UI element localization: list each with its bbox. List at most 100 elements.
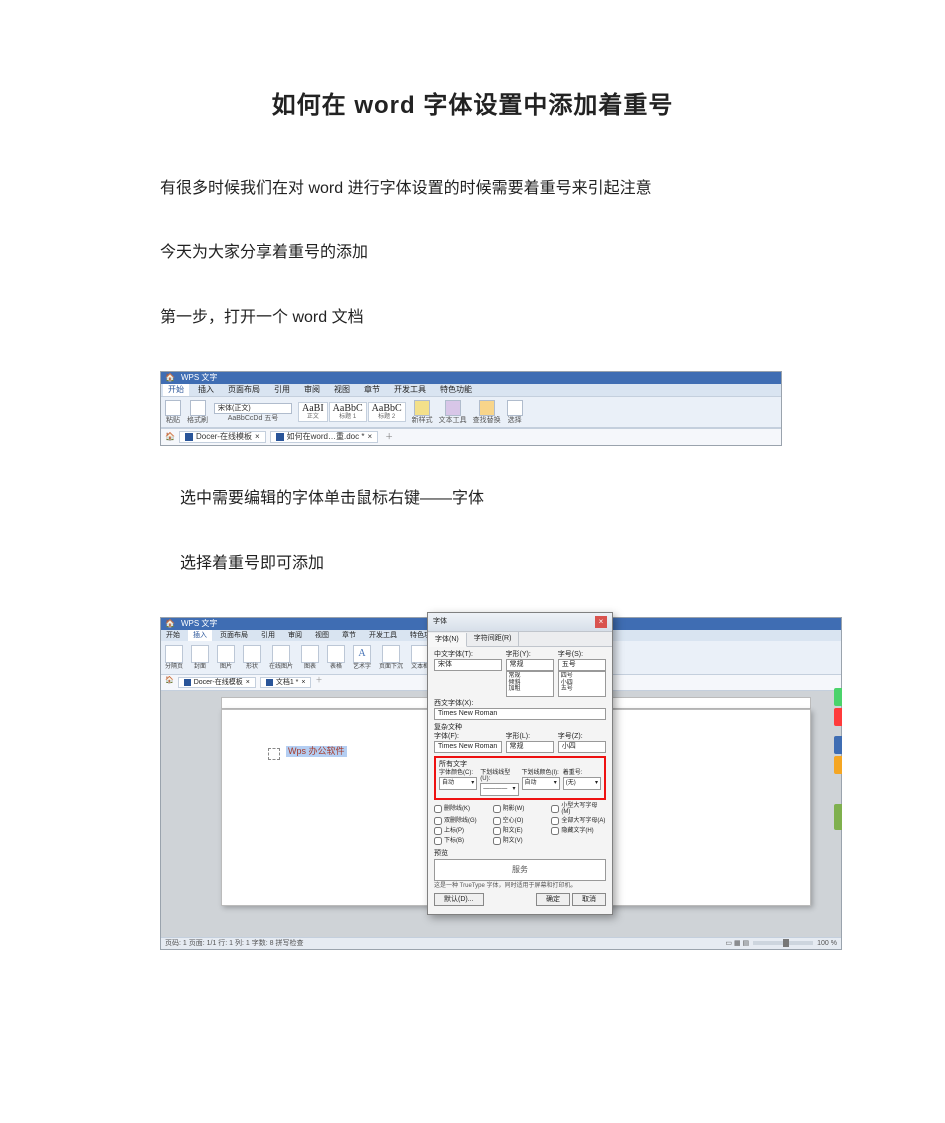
default-button[interactable]: 默认(D)... bbox=[434, 893, 484, 906]
dlg-tab-spacing[interactable]: 字符间距(R) bbox=[467, 632, 520, 646]
ribbon-item[interactable]: 图表 bbox=[301, 645, 319, 670]
style-normal[interactable]: AaBI正文 bbox=[298, 402, 328, 422]
chk-shadow[interactable]: 阴影(W) bbox=[493, 803, 548, 815]
chk-sup[interactable]: 上标(P) bbox=[434, 827, 489, 835]
tab-home[interactable]: 开始 bbox=[161, 630, 185, 641]
new-tab-button[interactable]: ＋ bbox=[315, 677, 322, 688]
tab-insert[interactable]: 插入 bbox=[188, 630, 212, 641]
font-dialog: 字体 × 字体(N) 字符间距(R) 中文字体(T): 宋体 字形(Y): 常规 bbox=[427, 612, 613, 915]
find-replace-button[interactable]: 查找替换 bbox=[473, 400, 501, 424]
font-selector[interactable]: 宋体(正文) AaBbCcDd 五号 bbox=[214, 403, 292, 422]
zoom-controls[interactable]: ▭ ▦ ▤ 100 % bbox=[725, 940, 837, 947]
cx-size-combo[interactable]: 小四 bbox=[558, 741, 606, 753]
ribbon-item[interactable]: 形状 bbox=[243, 645, 261, 670]
ribbon-item[interactable]: 图片 bbox=[217, 645, 235, 670]
shapes-icon bbox=[243, 645, 261, 663]
bookmark-orange[interactable] bbox=[834, 756, 842, 774]
tab-references[interactable]: 引用 bbox=[269, 384, 295, 396]
doc-tab-docer[interactable]: Docer-在线模板× bbox=[178, 677, 256, 688]
ok-button[interactable]: 确定 bbox=[536, 893, 570, 906]
underline-style-dropdown[interactable]: ———— bbox=[480, 783, 518, 796]
shot1-app-name: WPS 文字 bbox=[181, 374, 217, 382]
ribbon-item[interactable]: 页面下沉 bbox=[379, 645, 403, 670]
size-label: 字号(S): bbox=[558, 651, 606, 658]
cn-font-combo[interactable]: 宋体 bbox=[434, 659, 502, 671]
close-icon[interactable]: × bbox=[595, 616, 607, 628]
doc-tab-current[interactable]: 如何在word…重.doc *× bbox=[270, 431, 378, 443]
chk-smallcaps[interactable]: 小型大写字母(M) bbox=[551, 803, 606, 815]
ribbon-item[interactable]: A艺术字 bbox=[353, 645, 371, 670]
latin-font-label: 西文字体(X): bbox=[434, 700, 606, 707]
paste-icon bbox=[165, 400, 181, 416]
close-icon[interactable]: × bbox=[255, 433, 260, 441]
new-style-button[interactable]: 新样式 bbox=[412, 400, 433, 424]
ribbon-item[interactable]: 封面 bbox=[191, 645, 209, 670]
bookmark-olive[interactable] bbox=[834, 804, 842, 830]
chk-allcaps[interactable]: 全部大写字母(A) bbox=[551, 817, 606, 825]
step1-text: 第一步，打开一个 word 文档 bbox=[160, 307, 945, 329]
chk-emboss[interactable]: 阳文(E) bbox=[493, 827, 548, 835]
style-heading1[interactable]: AaBbC标题 1 bbox=[329, 402, 367, 422]
style-combo[interactable]: 常规 bbox=[506, 659, 554, 671]
qat-home[interactable]: 🏠 bbox=[165, 677, 174, 688]
font-color-dropdown[interactable]: 自动 bbox=[439, 777, 477, 790]
bookmark-green[interactable] bbox=[834, 688, 842, 706]
close-icon[interactable]: × bbox=[367, 433, 372, 441]
bookmark-blue[interactable] bbox=[834, 736, 842, 754]
qat-home[interactable]: 🏠 bbox=[165, 433, 175, 441]
style-heading2[interactable]: AaBbC标题 2 bbox=[368, 402, 406, 422]
doc-tab-doc1[interactable]: 文档1 *× bbox=[260, 677, 312, 688]
chk-outline[interactable]: 空心(O) bbox=[493, 817, 548, 825]
ribbon-item[interactable]: 在线图片 bbox=[269, 645, 293, 670]
tab-home[interactable]: 开始 bbox=[163, 384, 189, 396]
new-style-icon bbox=[414, 400, 430, 416]
close-icon[interactable]: × bbox=[301, 679, 305, 686]
new-tab-button[interactable]: ＋ bbox=[382, 433, 396, 441]
text-tools-button[interactable]: 文本工具 bbox=[439, 400, 467, 424]
tab-section[interactable]: 章节 bbox=[359, 384, 385, 396]
close-icon[interactable]: × bbox=[246, 679, 250, 686]
emphasis-dropdown[interactable]: (无) bbox=[563, 777, 601, 790]
tab-references[interactable]: 引用 bbox=[256, 630, 280, 641]
size-combo[interactable]: 五号 bbox=[558, 659, 606, 671]
zoom-slider[interactable] bbox=[753, 941, 813, 945]
chk-dstrike[interactable]: 双删除线(G) bbox=[434, 817, 489, 825]
ribbon-item[interactable]: 表格 bbox=[327, 645, 345, 670]
chk-engrave[interactable]: 阴文(V) bbox=[493, 837, 548, 845]
paste-group[interactable]: 粘贴 bbox=[165, 400, 181, 424]
cx-font-label: 字体(F): bbox=[434, 733, 502, 740]
tab-dev-tools[interactable]: 开发工具 bbox=[364, 630, 402, 641]
dlg-tab-font[interactable]: 字体(N) bbox=[428, 633, 467, 647]
tab-features[interactable]: 特色功能 bbox=[435, 384, 477, 396]
tab-dev-tools[interactable]: 开发工具 bbox=[389, 384, 431, 396]
tab-view[interactable]: 视图 bbox=[310, 630, 334, 641]
selected-text[interactable]: Wps 办公软件 bbox=[286, 746, 347, 757]
styles-gallery[interactable]: AaBI正文 AaBbC标题 1 AaBbC标题 2 bbox=[298, 402, 406, 422]
format-painter-group[interactable]: 格式刷 bbox=[187, 400, 208, 424]
tab-insert[interactable]: 插入 bbox=[193, 384, 219, 396]
tab-review[interactable]: 审阅 bbox=[299, 384, 325, 396]
tab-view[interactable]: 视图 bbox=[329, 384, 355, 396]
select-button[interactable]: 选择 bbox=[507, 400, 523, 424]
style-list[interactable]: 常规 倾斜 加粗 bbox=[506, 671, 554, 697]
tab-section[interactable]: 章节 bbox=[337, 630, 361, 641]
chk-hidden[interactable]: 隐藏文字(H) bbox=[551, 827, 606, 835]
doc-w-icon bbox=[276, 433, 284, 441]
tab-page-layout[interactable]: 页面布局 bbox=[215, 630, 253, 641]
style-label: 字形(Y): bbox=[506, 651, 554, 658]
chk-strike[interactable]: 删除线(K) bbox=[434, 803, 489, 815]
latin-font-combo[interactable]: Times New Roman bbox=[434, 708, 606, 720]
cancel-button[interactable]: 取消 bbox=[572, 893, 606, 906]
doc-tab-docer[interactable]: Docer-在线模板× bbox=[179, 431, 266, 443]
underline-color-dropdown[interactable]: 自动 bbox=[522, 777, 560, 790]
cx-font-combo[interactable]: Times New Roman bbox=[434, 741, 502, 753]
tab-review[interactable]: 审阅 bbox=[283, 630, 307, 641]
cx-style-combo[interactable]: 常规 bbox=[506, 741, 554, 753]
view-icons[interactable]: ▭ ▦ ▤ bbox=[725, 940, 749, 947]
tab-page-layout[interactable]: 页面布局 bbox=[223, 384, 265, 396]
size-list[interactable]: 四号 小四 五号 bbox=[558, 671, 606, 697]
bookmark-red[interactable] bbox=[834, 708, 842, 726]
ribbon-item[interactable]: 分隔页 bbox=[165, 645, 183, 670]
dialog-titlebar[interactable]: 字体 × bbox=[428, 613, 612, 632]
chk-sub[interactable]: 下标(B) bbox=[434, 837, 489, 845]
